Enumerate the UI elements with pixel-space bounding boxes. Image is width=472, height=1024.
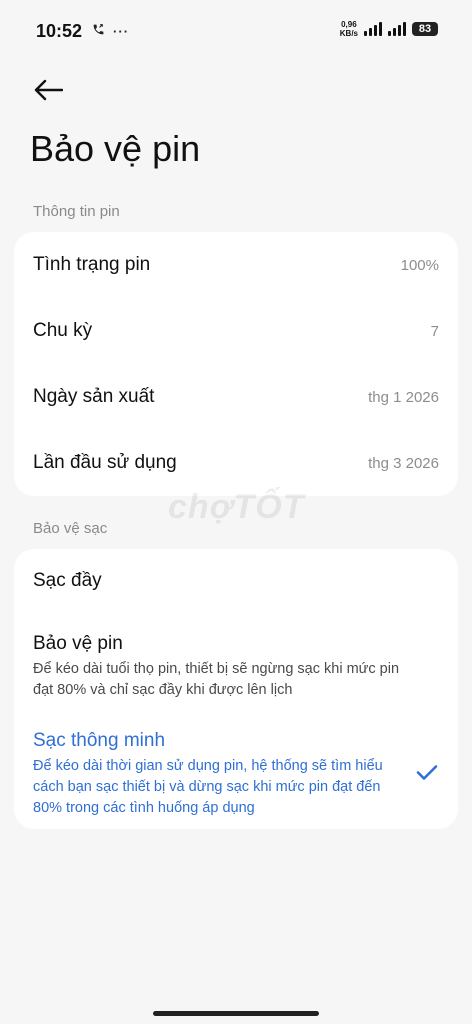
row-label: Tình trạng pin <box>33 254 151 275</box>
option-description: Để kéo dài thời gian sử dụng pin, hệ thố… <box>33 758 383 816</box>
status-time: 10:52 <box>36 20 83 41</box>
row-value: thg 1 2026 <box>368 388 439 406</box>
charge-protection-card: Sạc đầy Bảo vệ pin Để kéo dài tuổi thọ p… <box>14 549 458 829</box>
option-title: Sạc đầy <box>33 570 102 591</box>
row-label: Chu kỳ <box>33 320 93 341</box>
signal-1-icon <box>364 22 382 36</box>
row-value: 7 <box>430 322 439 340</box>
back-arrow-icon <box>34 79 63 101</box>
check-icon <box>416 763 438 786</box>
net-speed: 0,96 KB/s <box>340 20 358 38</box>
row-cycle-count[interactable]: Chu kỳ 7 <box>14 298 458 364</box>
option-description: Để kéo dài tuổi thọ pin, thiết bị sẽ ngừ… <box>33 661 400 698</box>
signal-2-icon <box>388 22 406 36</box>
row-label: Lần đầu sử dụng <box>33 452 177 473</box>
section-label-battery-info: Thông tin pin <box>33 203 120 220</box>
phone-call-icon <box>92 23 105 39</box>
option-full-charge[interactable]: Sạc đầy <box>14 570 458 592</box>
page-title: Bảo vệ pin <box>30 128 201 169</box>
status-bar: 10:52 ··· 0,96 KB/s 83 <box>0 0 472 62</box>
watermark-logo: chợTỐT <box>168 488 305 526</box>
row-value: thg 3 2026 <box>368 454 439 472</box>
status-left-icons: ··· <box>92 23 129 39</box>
option-title: Sạc thông minh <box>33 730 166 751</box>
row-label: Ngày sản xuất <box>33 386 155 407</box>
option-smart-charging[interactable]: Sạc thông minh Để kéo dài thời gian sử d… <box>14 730 458 819</box>
option-title: Bảo vệ pin <box>33 633 123 654</box>
net-speed-value: 0,96 <box>341 20 357 29</box>
row-manufacture-date[interactable]: Ngày sản xuất thg 1 2026 <box>14 364 458 430</box>
section-label-charge-protection: Bảo vệ sạc <box>33 520 108 537</box>
row-value: 100% <box>400 256 439 274</box>
battery-info-card: Tình trạng pin 100% Chu kỳ 7 Ngày sản xu… <box>14 232 458 496</box>
net-speed-unit: KB/s <box>339 29 358 38</box>
home-indicator[interactable] <box>153 1011 319 1016</box>
more-dots-icon: ··· <box>113 23 130 39</box>
back-button[interactable] <box>30 72 66 108</box>
row-first-use[interactable]: Lần đầu sử dụng thg 3 2026 <box>14 430 458 496</box>
option-battery-protection[interactable]: Bảo vệ pin Để kéo dài tuổi thọ pin, thiế… <box>14 633 458 701</box>
battery-icon: 83 <box>412 22 438 36</box>
status-right-icons: 0,96 KB/s 83 <box>340 20 438 38</box>
row-battery-health[interactable]: Tình trạng pin 100% <box>14 232 458 298</box>
